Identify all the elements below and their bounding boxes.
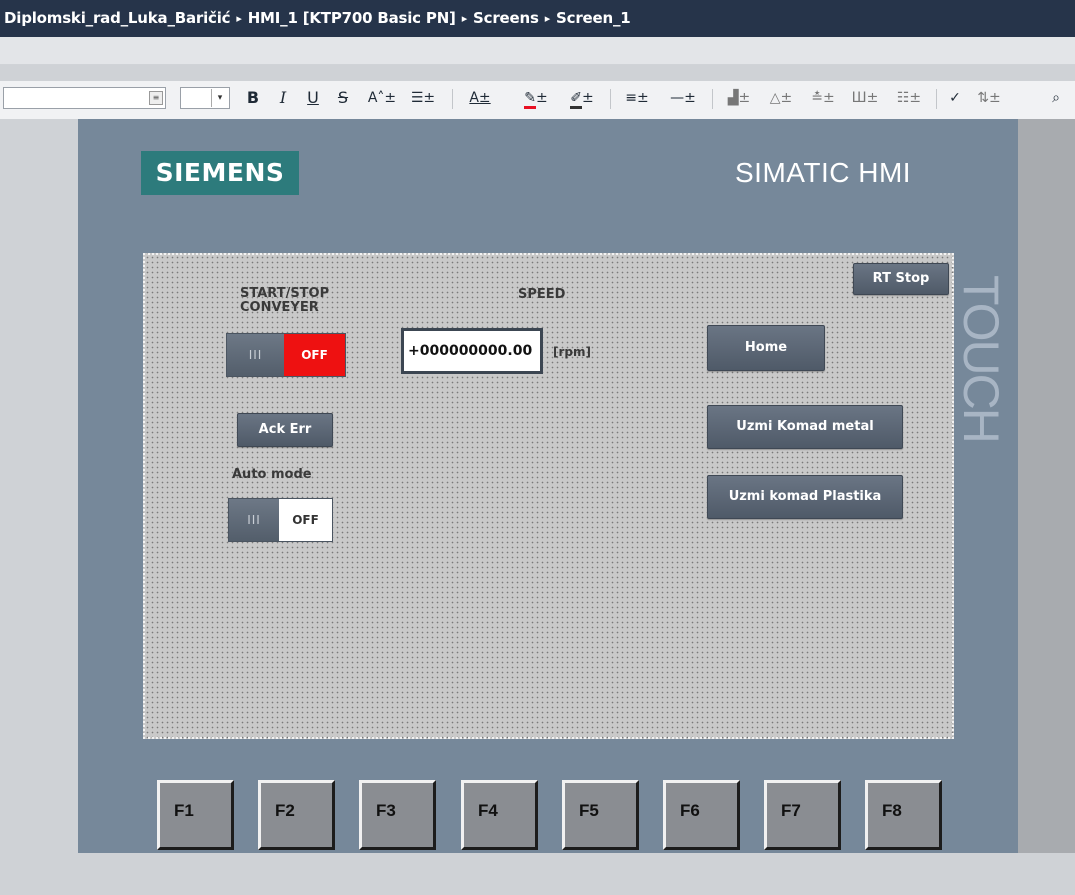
line-width-icon[interactable]: ≡± [618, 87, 656, 109]
switch-grip-icon[interactable]: III [229, 499, 279, 541]
switch-grip-icon[interactable]: III [227, 334, 284, 376]
rt-stop-button[interactable]: RT Stop [853, 263, 949, 295]
font-name-input[interactable]: ≡ [3, 87, 166, 109]
ack-err-button[interactable]: Ack Err [237, 413, 333, 447]
function-key-f8[interactable]: F8 [865, 780, 942, 850]
font-size-select[interactable]: ▾ [180, 87, 230, 109]
siemens-logo: SIEMENS [141, 151, 299, 195]
product-name: SIMATIC HMI [735, 157, 912, 188]
editor-tab-strip [0, 37, 1075, 65]
speed-io-field[interactable]: +000000000.00 [401, 328, 543, 374]
line-style-icon[interactable]: —± [664, 87, 702, 109]
toolbar-divider [452, 89, 453, 109]
spacer [0, 65, 1075, 80]
same-height-icon[interactable]: ☷± [890, 87, 928, 109]
breadcrumb-separator-icon: ▸ [461, 12, 468, 25]
function-key-f4[interactable]: F4 [461, 780, 538, 850]
fill-color-icon[interactable]: ✎± [515, 87, 557, 109]
canvas-bottom-margin [0, 853, 1075, 895]
italic-button[interactable]: I [273, 87, 293, 109]
distribute-icon[interactable]: ≛± [804, 87, 842, 109]
toolbar-divider [610, 89, 611, 109]
breadcrumb-folder[interactable]: Screens [473, 9, 539, 27]
title-bar: Diplomski_rad_Luka_Baričić ▸ HMI_1 [KTP700… [0, 0, 1075, 37]
chevron-down-icon[interactable]: ▾ [211, 89, 228, 107]
function-key-f6[interactable]: F6 [663, 780, 740, 850]
home-button[interactable]: Home [707, 325, 825, 371]
font-size-increase-icon[interactable]: A˄± [363, 87, 401, 109]
zoom-icon[interactable]: ⌕ [1044, 87, 1068, 109]
canvas-left-margin [0, 119, 78, 853]
speed-unit-label: [rpm] [553, 345, 591, 359]
rotate-icon[interactable]: △± [762, 87, 800, 109]
strikethrough-button[interactable]: S [333, 87, 353, 109]
breadcrumb: Diplomski_rad_Luka_Baričić ▸ HMI_1 [KTP700… [4, 9, 631, 27]
breadcrumb-screen[interactable]: Screen_1 [556, 9, 631, 27]
breadcrumb-project[interactable]: Diplomski_rad_Luka_Baričić [4, 9, 231, 27]
start-stop-label: START/STOP CONVEYER [240, 286, 330, 315]
text-align-icon[interactable]: ☰± [403, 87, 443, 109]
toolbar-divider [936, 89, 937, 109]
toolbar-divider [712, 89, 713, 109]
breadcrumb-separator-icon: ▸ [236, 12, 242, 25]
function-key-f1[interactable]: F1 [157, 780, 234, 850]
function-key-f3[interactable]: F3 [359, 780, 436, 850]
align-objects-icon[interactable]: ▟± [720, 87, 758, 109]
function-key-f7[interactable]: F7 [764, 780, 841, 850]
font-picker-icon[interactable]: ≡ [149, 91, 163, 105]
formatting-toolbar: ≡ ▾ B I U S A˄± ☰± A± ✎± ✐± ≡± —± ▟± △± … [0, 80, 1075, 120]
bold-button[interactable]: B [243, 87, 263, 109]
function-key-f2[interactable]: F2 [258, 780, 335, 850]
breadcrumb-separator-icon: ▸ [544, 12, 551, 25]
speed-label: SPEED [518, 287, 566, 302]
start-stop-state: OFF [284, 334, 345, 376]
canvas-right-margin [1018, 119, 1075, 853]
auto-mode-label: Auto mode [232, 467, 312, 482]
touch-label: TOUCH [953, 274, 1009, 442]
same-width-icon[interactable]: Ш± [846, 87, 884, 109]
breadcrumb-device[interactable]: HMI_1 [KTP700 Basic PN] [248, 9, 456, 27]
auto-mode-switch[interactable]: III OFF [228, 498, 333, 542]
layer-order-icon[interactable]: ⇅± [970, 87, 1008, 109]
line-color-icon[interactable]: ✐± [562, 87, 602, 109]
underline-button[interactable]: U [303, 87, 323, 109]
font-color-icon[interactable]: A± [460, 87, 500, 109]
function-key-f5[interactable]: F5 [562, 780, 639, 850]
auto-mode-state: OFF [279, 499, 332, 541]
format-painter-icon[interactable]: ✓ [944, 87, 966, 109]
uzmi-komad-plastika-button[interactable]: Uzmi komad Plastika [707, 475, 903, 519]
start-stop-switch[interactable]: III OFF [226, 333, 346, 377]
uzmi-komad-metal-button[interactable]: Uzmi Komad metal [707, 405, 903, 449]
